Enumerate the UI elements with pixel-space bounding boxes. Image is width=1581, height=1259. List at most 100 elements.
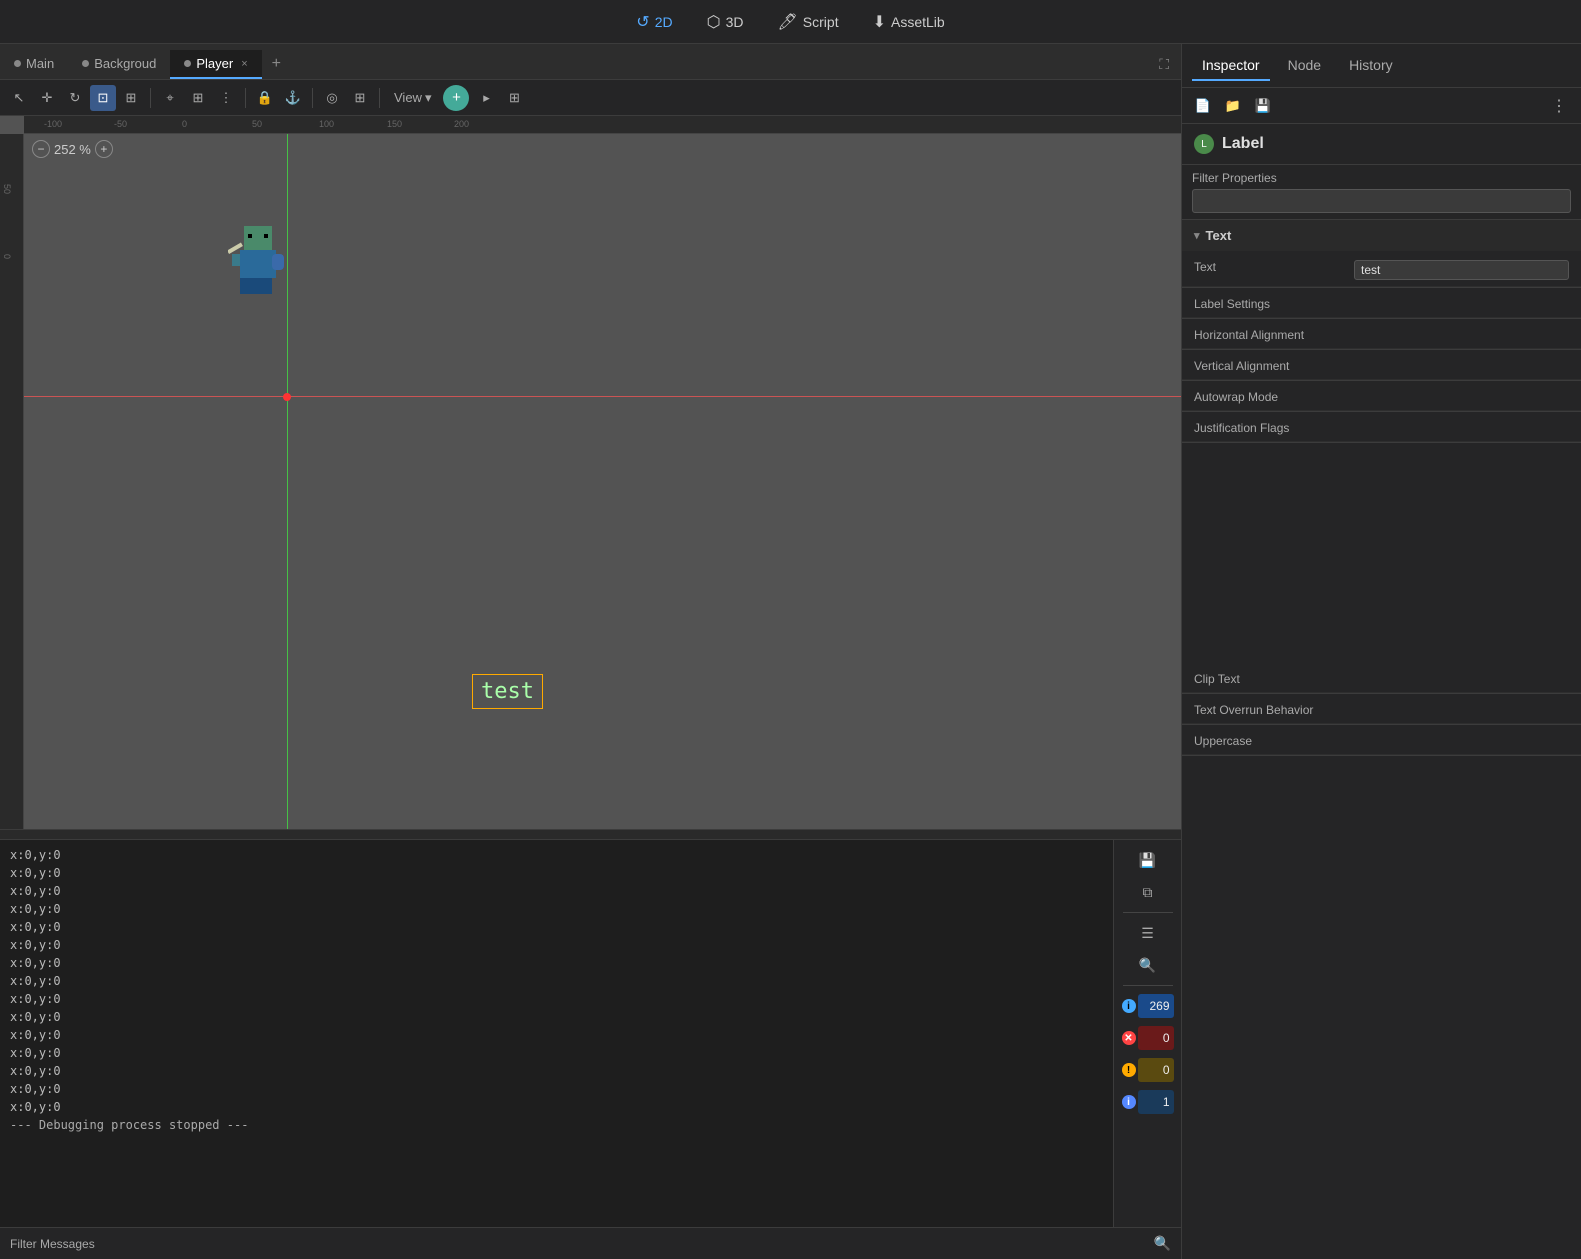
bottom-filter-button[interactable]: ☰: [1130, 919, 1166, 947]
toolbar-2d-button[interactable]: ↺ 2D: [628, 8, 680, 36]
toolbar-3d-button[interactable]: ⬡ 3D: [699, 8, 752, 36]
canvas-viewport[interactable]: -100 -50 0 50 100 150 200 50 0 − 252 % +: [0, 116, 1181, 829]
tab-inspector[interactable]: Inspector: [1192, 51, 1270, 81]
console-line: x:0,y:0: [10, 1026, 1103, 1044]
prop-h-align-value: [1354, 325, 1569, 328]
bottom-panel: x:0,y:0 x:0,y:0 x:0,y:0 x:0,y:0 x:0,y:0 …: [0, 839, 1181, 1259]
ruler-mark: 200: [454, 120, 469, 129]
prop-clip-text-value: [1354, 669, 1569, 672]
3d-icon: ⬡: [707, 12, 721, 32]
tool-bones-button[interactable]: ⌖: [157, 85, 183, 111]
view-button[interactable]: View ▾: [386, 85, 439, 111]
count-row-info: i 1: [1118, 1088, 1178, 1116]
canvas-area: Main Backgroud Player × + ⛶ ↖ ✛ ↻ ⊡ ⊞ ⌖ …: [0, 44, 1181, 1259]
toolbar-assetlib-button[interactable]: ⬇ AssetLib: [865, 8, 953, 36]
section-text-header[interactable]: ▾ Text: [1182, 220, 1581, 251]
canvas-zoom: − 252 % +: [32, 140, 113, 158]
tool-anchor-button[interactable]: ⚓: [280, 85, 306, 111]
inspector-new-script-button[interactable]: 📄: [1190, 93, 1216, 119]
node-name-label: Label: [1222, 135, 1264, 153]
blue-count-value: 269: [1138, 994, 1174, 1018]
filter-messages-input[interactable]: [103, 1237, 1146, 1251]
bottom-search-button[interactable]: 🔍: [1130, 951, 1166, 979]
filter-properties-input[interactable]: [1192, 189, 1571, 213]
prop-autowrap-name: Autowrap Mode: [1194, 387, 1354, 404]
tool-more-button[interactable]: ⋮: [213, 85, 239, 111]
tab-player[interactable]: Player ×: [170, 50, 261, 79]
toolbar-separator-2: [245, 88, 246, 108]
tab-player-label: Player: [196, 56, 233, 71]
console-line: x:0,y:0: [10, 900, 1103, 918]
toolbar-center: ↺ 2D ⬡ 3D 🖊 Script ⬇ AssetLib: [628, 8, 952, 36]
tool-move-button[interactable]: ✛: [34, 85, 60, 111]
tool-snap-button[interactable]: ⊞: [347, 85, 373, 111]
node-type-icon: L: [1194, 134, 1214, 154]
console-line: x:0,y:0: [10, 882, 1103, 900]
top-toolbar: ↺ 2D ⬡ 3D 🖊 Script ⬇ AssetLib: [0, 0, 1581, 44]
tab-player-close[interactable]: ×: [241, 58, 247, 70]
tab-backgroud[interactable]: Backgroud: [68, 50, 170, 79]
filter-messages-label: Filter Messages: [10, 1237, 95, 1251]
tab-add-button[interactable]: +: [262, 49, 291, 79]
bottom-save-button[interactable]: 💾: [1130, 846, 1166, 874]
inspector-open-button[interactable]: 📁: [1220, 93, 1246, 119]
prop-label-settings-name: Label Settings: [1194, 294, 1354, 311]
canvas-scrollbar[interactable]: [0, 829, 1181, 839]
zoom-out-button[interactable]: −: [32, 140, 50, 158]
section-text-label: Text: [1206, 228, 1232, 243]
property-label-settings[interactable]: Label Settings: [1182, 288, 1581, 318]
property-v-align[interactable]: Vertical Alignment: [1182, 350, 1581, 380]
prop-autowrap-value: [1354, 387, 1569, 390]
zoom-in-button[interactable]: +: [95, 140, 113, 158]
ruler-vertical: 50 0: [0, 134, 24, 829]
tab-dot-player: [184, 60, 191, 67]
tab-node[interactable]: Node: [1278, 51, 1331, 81]
toolbar-separator-4: [379, 88, 380, 108]
tab-main[interactable]: Main: [0, 50, 68, 79]
tool-scale-button[interactable]: ⊡: [90, 85, 116, 111]
ruler-horizontal: -100 -50 0 50 100 150 200: [24, 116, 1181, 134]
property-h-align[interactable]: Horizontal Alignment: [1182, 319, 1581, 349]
inspector-more-button[interactable]: ⋮: [1545, 92, 1573, 120]
section-uppercase: Uppercase: [1182, 725, 1581, 756]
tool-grid-button[interactable]: ⊞: [185, 85, 211, 111]
prop-overrun-value: [1354, 700, 1569, 703]
count-row-yellow: ! 0: [1118, 1056, 1178, 1084]
prop-text-input[interactable]: [1354, 260, 1569, 280]
toolbar-script-button[interactable]: 🖊 Script: [769, 8, 846, 36]
ruler-mark: 150: [387, 120, 402, 129]
tool-pivot-button[interactable]: ◎: [319, 85, 345, 111]
ruler-mark: -50: [114, 120, 127, 129]
tab-bar: Main Backgroud Player × + ⛶: [0, 44, 1181, 80]
play-scene-button[interactable]: ▸: [473, 85, 499, 111]
section-text-arrow: ▾: [1194, 229, 1200, 242]
ruler-mark-v2: 0: [2, 254, 11, 259]
console-line: x:0,y:0: [10, 990, 1103, 1008]
property-autowrap[interactable]: Autowrap Mode: [1182, 381, 1581, 411]
property-justification[interactable]: Justification Flags: [1182, 412, 1581, 442]
filter-properties-area: Filter Properties: [1182, 165, 1581, 220]
property-clip-text[interactable]: Clip Text: [1182, 663, 1581, 693]
property-uppercase[interactable]: Uppercase: [1182, 725, 1581, 755]
section-h-align: Horizontal Alignment: [1182, 319, 1581, 350]
bottom-copy-button[interactable]: ⧉: [1130, 878, 1166, 906]
tab-history[interactable]: History: [1339, 51, 1403, 81]
add-node-button[interactable]: +: [443, 85, 469, 111]
tab-backgroud-label: Backgroud: [94, 56, 156, 71]
ruler-mark-v: 50: [2, 184, 11, 194]
property-overrun[interactable]: Text Overrun Behavior: [1182, 694, 1581, 724]
inspector-save-button[interactable]: 💾: [1250, 93, 1276, 119]
console-line: x:0,y:0: [10, 972, 1103, 990]
prop-uppercase-name: Uppercase: [1194, 731, 1354, 748]
tool-select-button[interactable]: ↖: [6, 85, 32, 111]
fullscreen-button[interactable]: ⛶: [1147, 50, 1181, 79]
console-line: x:0,y:0: [10, 1008, 1103, 1026]
inspector-node-header: L Label: [1182, 124, 1581, 165]
tool-lock-button[interactable]: 🔒: [252, 85, 278, 111]
2d-icon: ↺: [636, 12, 649, 32]
section-text: ▾ Text Text: [1182, 220, 1581, 288]
tool-rotate-button[interactable]: ↻: [62, 85, 88, 111]
tool-transform-button[interactable]: ⊞: [118, 85, 144, 111]
render-mode-button[interactable]: ⊞: [501, 85, 527, 111]
prop-overrun-name: Text Overrun Behavior: [1194, 700, 1354, 717]
